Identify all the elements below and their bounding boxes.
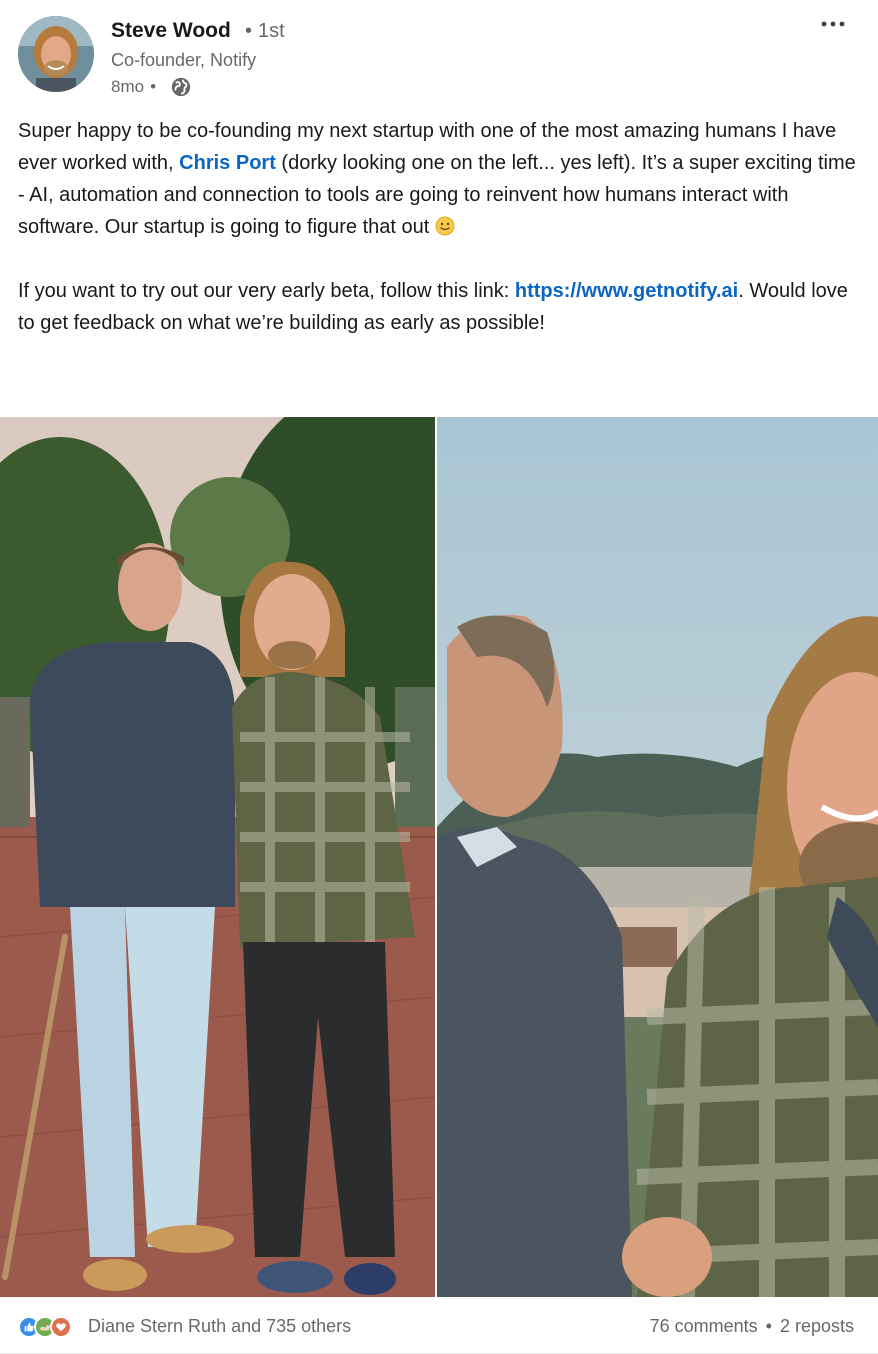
author-name[interactable]: Steve Wood bbox=[111, 19, 231, 43]
meta-separator: • bbox=[150, 77, 157, 96]
paragraph-text: If you want to try out our very early be… bbox=[18, 280, 515, 302]
photo-right-image bbox=[437, 417, 878, 1297]
engagement-counts: 76 comments • 2 reposts bbox=[650, 1316, 854, 1337]
reactors-summary[interactable]: Diane Stern Ruth and 735 others bbox=[88, 1316, 351, 1337]
comments-count[interactable]: 76 comments bbox=[650, 1316, 758, 1337]
post-age: 8mo bbox=[111, 77, 145, 96]
social-counts-bar: Diane Stern Ruth and 735 others 76 comme… bbox=[0, 1297, 878, 1354]
post-body: Super happy to be co-founding my next st… bbox=[18, 115, 863, 339]
avatar-image bbox=[18, 16, 94, 92]
post-header: Steve Wood • 1st Co-founder, Notify 8mo • bbox=[0, 0, 878, 110]
connection-degree: • 1st bbox=[245, 20, 285, 42]
photo-selfie-two-men-mountain-view[interactable] bbox=[437, 417, 878, 1297]
counts-separator: • bbox=[765, 1316, 772, 1336]
post-meta: 8mo • bbox=[111, 76, 192, 98]
author-avatar[interactable] bbox=[18, 16, 94, 92]
photo-left-image bbox=[0, 417, 435, 1297]
reaction-icons[interactable] bbox=[18, 1316, 72, 1338]
slightly-smiling-face-icon bbox=[435, 216, 455, 236]
author-headline: Co-founder, Notify bbox=[111, 50, 257, 70]
love-icon bbox=[50, 1316, 72, 1338]
url-link[interactable]: https://www.getnotify.ai bbox=[515, 280, 738, 302]
post-paragraph-2: If you want to try out our very early be… bbox=[18, 275, 863, 339]
globe-icon bbox=[171, 77, 191, 97]
more-horizontal-icon[interactable] bbox=[818, 14, 848, 34]
post-images bbox=[0, 417, 878, 1297]
connection-degree-label: 1st bbox=[258, 20, 285, 42]
post-paragraph-1: Super happy to be co-founding my next st… bbox=[18, 115, 863, 243]
photo-two-men-standing-on-brick-street[interactable] bbox=[0, 417, 435, 1297]
reposts-count[interactable]: 2 reposts bbox=[780, 1316, 854, 1337]
mention-link[interactable]: Chris Port bbox=[179, 152, 276, 174]
